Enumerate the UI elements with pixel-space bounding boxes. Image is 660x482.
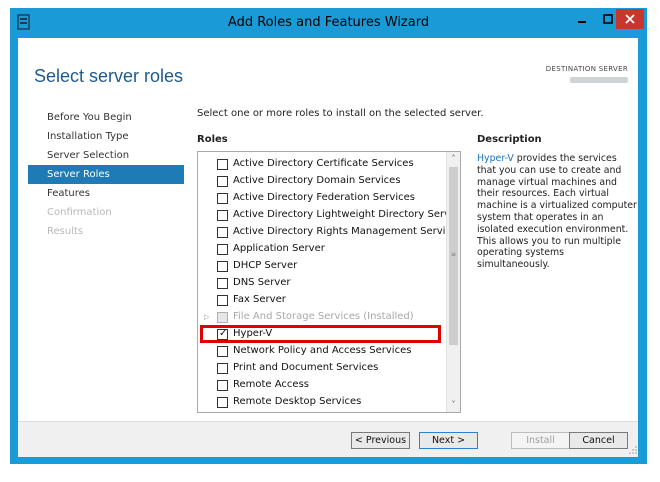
wizard-footer: < Previous Next > Install Cancel xyxy=(18,422,638,457)
role-item[interactable]: DNS Server xyxy=(198,275,443,292)
role-checkbox[interactable] xyxy=(217,159,228,170)
roles-heading: Roles xyxy=(197,134,228,145)
role-label: Application Server xyxy=(233,243,325,254)
description-link[interactable]: Hyper-V xyxy=(477,153,514,164)
role-label: Network Policy and Access Services xyxy=(233,345,412,356)
scroll-up-icon[interactable]: ˄ xyxy=(447,152,460,166)
role-item[interactable]: DHCP Server xyxy=(198,258,443,275)
description-text: Hyper-V provides the services that you c… xyxy=(477,153,637,271)
wizard-nav: Before You Begin Installation Type Serve… xyxy=(28,108,184,241)
role-label: DNS Server xyxy=(233,277,291,288)
nav-item-features[interactable]: Features xyxy=(28,184,184,203)
role-checkbox[interactable] xyxy=(217,397,228,408)
role-item[interactable]: Print and Document Services xyxy=(198,360,443,377)
role-item[interactable]: Active Directory Lightweight Directory S… xyxy=(198,207,460,224)
role-label: Active Directory Domain Services xyxy=(233,175,401,186)
role-label: Fax Server xyxy=(233,294,286,305)
expand-arrow-icon[interactable]: ▷ xyxy=(204,313,209,321)
role-label: Active Directory Federation Services xyxy=(233,192,415,203)
role-label: Remote Desktop Services xyxy=(233,396,362,407)
role-label: Active Directory Certificate Services xyxy=(233,158,414,169)
install-button: Install xyxy=(511,432,570,449)
nav-item-installation-type[interactable]: Installation Type xyxy=(28,127,184,146)
role-checkbox[interactable] xyxy=(217,380,228,391)
role-label: DHCP Server xyxy=(233,260,298,271)
previous-button[interactable]: < Previous xyxy=(351,432,410,449)
role-item[interactable]: Active Directory Federation Services xyxy=(198,190,443,207)
nav-item-server-selection[interactable]: Server Selection xyxy=(28,146,184,165)
nav-item-before-you-begin[interactable]: Before You Begin xyxy=(28,108,184,127)
role-checkbox[interactable] xyxy=(217,346,228,357)
role-checkbox[interactable] xyxy=(217,363,228,374)
nav-item-results: Results xyxy=(47,226,84,237)
minimize-button[interactable] xyxy=(568,9,596,29)
role-checkbox[interactable] xyxy=(217,176,228,187)
cancel-button[interactable]: Cancel xyxy=(569,432,628,449)
destination-server-value xyxy=(570,77,628,83)
role-checkbox[interactable] xyxy=(217,244,228,255)
role-checkbox xyxy=(217,312,228,323)
role-checkbox[interactable] xyxy=(217,193,228,204)
resize-grip-icon[interactable] xyxy=(629,446,637,456)
maximize-icon xyxy=(603,14,613,24)
role-item[interactable]: ▷ File And Storage Services (Installed) xyxy=(198,309,443,326)
roles-list: Active Directory Certificate Services Ac… xyxy=(197,151,461,413)
window-title: Add Roles and Features Wizard xyxy=(227,15,430,30)
role-item[interactable]: Remote Access xyxy=(198,377,443,394)
role-label: Active Directory Lightweight Directory S… xyxy=(233,209,461,220)
minimize-icon xyxy=(578,21,586,23)
description-body: provides the services that you can use t… xyxy=(477,153,637,271)
nav-item-confirmation: Confirmation xyxy=(47,207,112,218)
role-label: Remote Access xyxy=(233,379,309,390)
role-checkbox[interactable] xyxy=(217,278,228,289)
wizard-client: Select server roles DESTINATION SERVER B… xyxy=(18,38,638,457)
nav-item-server-roles[interactable]: Server Roles xyxy=(28,165,184,184)
next-button[interactable]: Next > xyxy=(419,432,478,449)
instructions-text: Select one or more roles to install on t… xyxy=(197,108,484,119)
title-bar[interactable]: Add Roles and Features Wizard xyxy=(10,8,647,38)
close-button[interactable] xyxy=(616,9,644,29)
role-item[interactable]: Application Server xyxy=(198,241,443,258)
roles-scrollbar[interactable]: ˄ ≡ ˅ xyxy=(446,152,460,412)
role-label: File And Storage Services (Installed) xyxy=(233,311,414,322)
role-label: Active Directory Rights Management Servi… xyxy=(233,226,461,237)
role-item[interactable]: Network Policy and Access Services xyxy=(198,343,443,360)
role-item[interactable]: Fax Server xyxy=(198,292,443,309)
scroll-thumb[interactable]: ≡ xyxy=(449,167,458,345)
role-label: Print and Document Services xyxy=(233,362,379,373)
close-icon xyxy=(625,14,635,24)
page-title: Select server roles xyxy=(34,66,184,86)
hyper-v-highlight-box xyxy=(200,325,441,343)
role-item[interactable]: Remote Desktop Services xyxy=(198,394,443,411)
role-item[interactable]: Active Directory Domain Services xyxy=(198,173,443,190)
role-checkbox[interactable] xyxy=(217,227,228,238)
role-checkbox[interactable] xyxy=(217,295,228,306)
grip-icon: ≡ xyxy=(451,251,457,258)
role-checkbox[interactable] xyxy=(217,210,228,221)
role-item[interactable]: Active Directory Rights Management Servi… xyxy=(198,224,460,241)
destination-server-label: DESTINATION SERVER xyxy=(545,65,628,73)
role-checkbox[interactable] xyxy=(217,261,228,272)
role-item[interactable]: Active Directory Certificate Services xyxy=(198,156,443,173)
scroll-down-icon[interactable]: ˅ xyxy=(447,398,460,412)
wizard-window: Add Roles and Features Wizard Select ser… xyxy=(10,8,647,464)
description-heading: Description xyxy=(477,134,542,145)
